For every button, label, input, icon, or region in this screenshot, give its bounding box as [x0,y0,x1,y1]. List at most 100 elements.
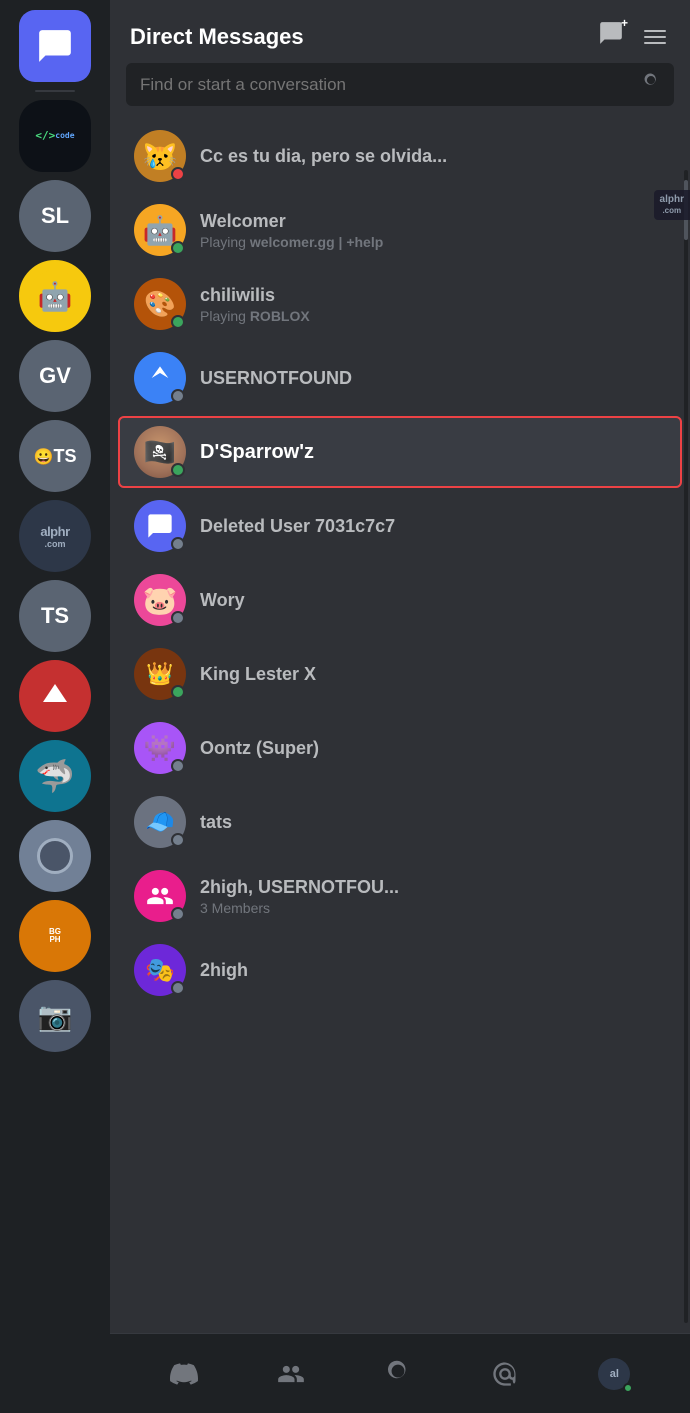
dm-info: Wory [200,590,666,611]
status-dot [171,241,185,255]
dm-panel: Direct Messages + [110,0,690,1413]
list-item[interactable]: 🧢 tats [118,786,682,858]
status-dot [171,537,185,551]
dm-status: Playing welcomer.gg | +help [200,234,666,250]
search-icon [642,73,660,96]
list-item-dsparrowz[interactable]: 🏴‍☠️ D'Sparrow'z [118,416,682,488]
dm-info: tats [200,812,666,833]
dm-avatar-wrap: 🎨 [134,278,186,330]
list-item[interactable]: USERNOTFOUND [118,342,682,414]
dm-info: Oontz (Super) [200,738,666,759]
header-actions: + [598,20,670,53]
sidebar-item-photo[interactable]: 📷 [19,980,91,1052]
status-dot [171,167,185,181]
status-dot [171,685,185,699]
dm-avatar-wrap: 🤖 [134,204,186,256]
dm-info: King Lester X [200,664,666,685]
sidebar-item-bgph[interactable]: BG PH [19,900,91,972]
list-item[interactable]: 🤖 Welcomer Playing welcomer.gg | +help [118,194,682,266]
dm-status: 3 Members [200,900,666,916]
sidebar-item-label: GV [39,363,71,389]
dm-avatar-wrap: 🏴‍☠️ [134,426,186,478]
dm-avatar-wrap [134,352,186,404]
menu-button[interactable] [640,26,670,48]
watermark-top: alphr.com [654,190,690,220]
dm-avatar-wrap: 👾 [134,722,186,774]
dm-info: Cc es tu dia, pero se olvida... [200,146,666,167]
page-title: Direct Messages [130,24,304,50]
status-dot [171,315,185,329]
nav-friends[interactable] [277,1360,305,1388]
dm-info: Deleted User 7031c7c7 [200,516,666,537]
arrow-up-icon [37,678,73,714]
dm-name: Wory [200,590,666,611]
sidebar-item-lego[interactable]: 🤖 [19,260,91,332]
message-icon [36,27,74,65]
bottom-nav: al [110,1333,690,1413]
list-item[interactable]: 👾 Oontz (Super) [118,712,682,784]
sidebar-item-alphr[interactable]: alphr .com [19,500,91,572]
status-dot [171,981,185,995]
status-dot [171,759,185,773]
dm-name: tats [200,812,666,833]
server-divider [35,90,75,92]
list-item[interactable]: 👑 King Lester X [118,638,682,710]
sidebar-item-ts[interactable]: 😀TS [19,420,91,492]
nav-search[interactable] [384,1360,412,1388]
search-bar[interactable] [126,63,674,106]
dm-avatar-wrap: 😿 [134,130,186,182]
dm-avatar-wrap: 👑 [134,648,186,700]
dm-avatar-wrap: 🧢 [134,796,186,848]
new-dm-button[interactable]: + [598,20,624,53]
list-item[interactable]: 😿 Cc es tu dia, pero se olvida... [118,120,682,192]
sidebar-item-label: SL [41,203,69,229]
dm-name: 2high, USERNOTFOU... [200,877,666,898]
sidebar-item-sl[interactable]: SL [19,180,91,252]
profile-label: al [610,1368,619,1380]
sidebar-item-circle[interactable] [19,820,91,892]
mentions-icon [491,1360,519,1388]
dm-avatar-wrap: 🎭 [134,944,186,996]
dm-name: D'Sparrow'z [200,441,666,464]
dm-info: chiliwilis Playing ROBLOX [200,285,666,324]
list-item[interactable]: Deleted User 7031c7c7 [118,490,682,562]
list-item[interactable]: 🎨 chiliwilis Playing ROBLOX [118,268,682,340]
dm-header: Direct Messages + [110,0,690,63]
dm-home-button[interactable] [19,10,91,82]
nav-profile[interactable]: al [598,1358,630,1390]
sidebar-item-gv[interactable]: GV [19,340,91,412]
sidebar-item-arrow[interactable] [19,660,91,732]
nav-mentions[interactable] [491,1360,519,1388]
status-dot [171,907,185,921]
list-item[interactable]: 2high, USERNOTFOU... 3 Members [118,860,682,932]
dm-list: 😿 Cc es tu dia, pero se olvida... 🤖 Welc… [110,118,690,1333]
discord-icon [170,1360,198,1388]
dm-name: Cc es tu dia, pero se olvida... [200,146,666,167]
list-item[interactable]: 🎭 2high [118,934,682,1006]
dm-name: USERNOTFOUND [200,368,666,389]
sidebar-item-ts2[interactable]: TS [19,580,91,652]
status-dot [171,611,185,625]
scrollbar[interactable] [684,170,688,1323]
search-nav-icon [384,1360,412,1388]
nav-home[interactable] [170,1360,198,1388]
dm-name: chiliwilis [200,285,666,306]
dm-info: 2high [200,960,666,981]
sidebar-item-label: TS [41,603,69,629]
dm-avatar-wrap [134,870,186,922]
search-input[interactable] [140,75,632,95]
dm-name: Welcomer [200,211,666,232]
list-item[interactable]: 🐷 Wory [118,564,682,636]
status-dot [171,389,185,403]
dm-avatar-wrap: 🐷 [134,574,186,626]
dm-name: Deleted User 7031c7c7 [200,516,666,537]
status-dot [171,833,185,847]
dm-status: Playing ROBLOX [200,308,666,324]
dm-info: Welcomer Playing welcomer.gg | +help [200,211,666,250]
dm-avatar-wrap [134,500,186,552]
dm-name: Oontz (Super) [200,738,666,759]
sidebar-item-shark[interactable]: 🦈 [19,740,91,812]
sidebar-item-coding[interactable]: </>code [19,100,91,172]
server-sidebar: </>code SL 🤖 GV 😀TS alphr .com TS [0,0,110,1413]
sidebar-item-label: 😀TS [34,446,77,467]
